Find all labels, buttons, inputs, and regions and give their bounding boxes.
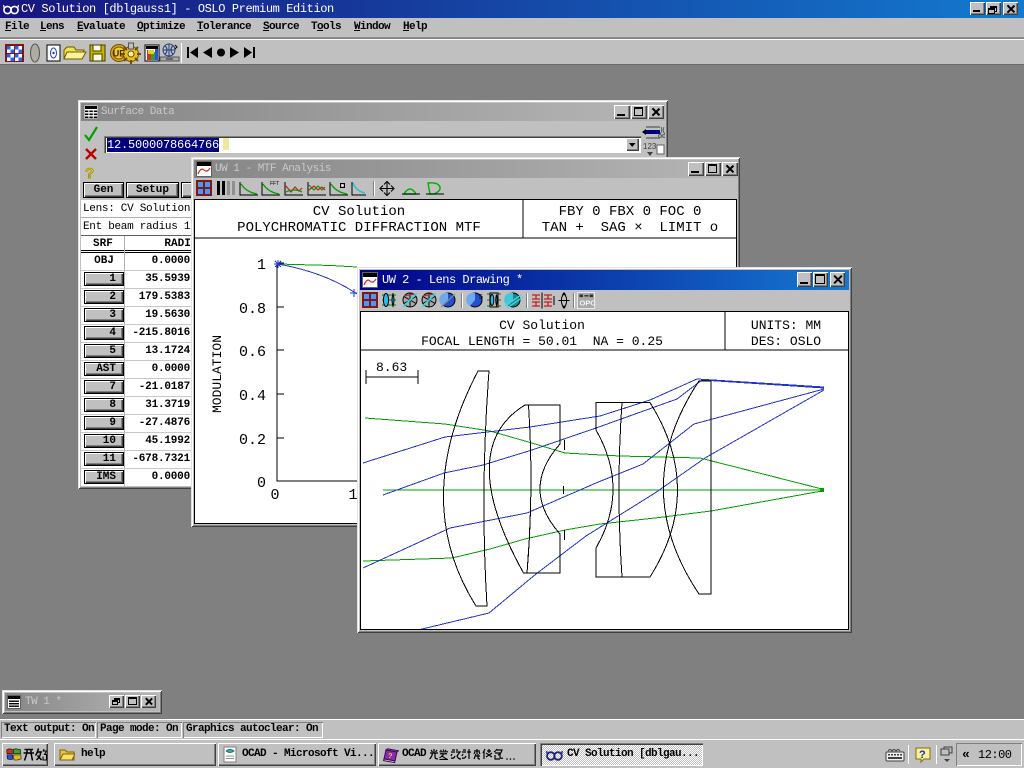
svg-text:FFT: FFT: [270, 181, 279, 187]
svg-text:FBY 0 FBX 0 FOC 0: FBY 0 FBX 0 FOC 0: [559, 204, 702, 220]
svg-text:MODULATION: MODULATION: [210, 335, 225, 413]
svg-text:OPC: OPC: [580, 299, 597, 308]
svg-text:0.6: 0.6: [239, 344, 266, 361]
svg-text:0.4: 0.4: [239, 388, 266, 405]
svg-text:POLYCHROMATIC DIFFRACTION MTF: POLYCHROMATIC DIFFRACTION MTF: [237, 220, 481, 236]
svg-text:5: 5: [479, 294, 483, 301]
svg-text:?: ?: [919, 749, 926, 761]
svg-text:DES: OSLO: DES: OSLO: [751, 334, 821, 349]
svg-text:?: ?: [85, 165, 94, 182]
svg-text:CV Solution: CV Solution: [313, 204, 405, 220]
svg-text:8.63: 8.63: [376, 360, 407, 375]
svg-text:CV Solution: CV Solution: [499, 318, 585, 333]
svg-text:UNITS: MM: UNITS: MM: [751, 318, 821, 333]
svg-text:TAN + SAG × LIMIT o: TAN + SAG × LIMIT o: [542, 220, 718, 236]
svg-text:123: 123: [643, 142, 657, 151]
svg-text:0: 0: [270, 487, 279, 504]
svg-text:1: 1: [257, 257, 266, 274]
svg-text:0.2: 0.2: [239, 432, 266, 449]
svg-text:FOCAL LENGTH = 50.01 NA = 0.2: FOCAL LENGTH = 50.01 NA = 0.25: [421, 334, 663, 349]
svg-text:0: 0: [257, 475, 266, 492]
svg-text:0.8: 0.8: [239, 301, 266, 318]
